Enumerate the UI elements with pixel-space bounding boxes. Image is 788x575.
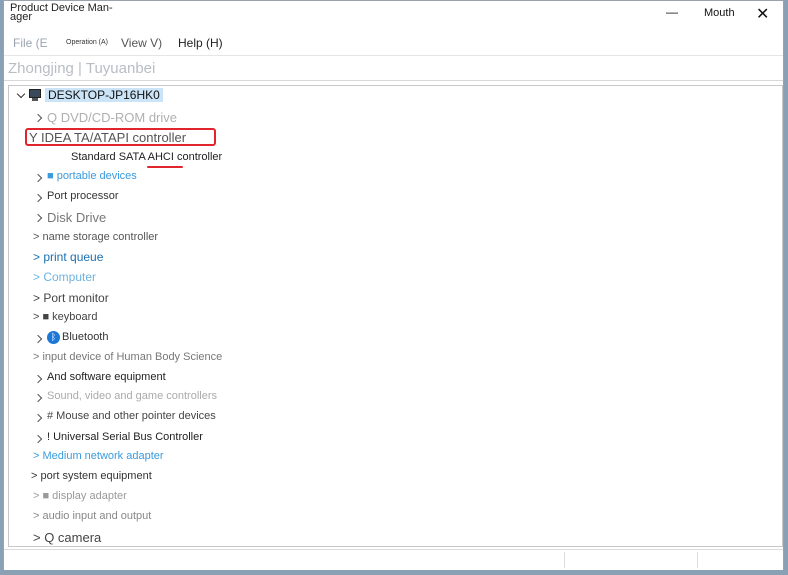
menu-bar: File (E Operation (A) View V) Help (H) — [4, 33, 783, 53]
tree-item-text: > print queue — [33, 250, 104, 264]
menu-help[interactable]: Help (H) — [178, 36, 223, 50]
tree-item-text: ! Universal Serial Bus Controller — [47, 431, 203, 443]
tree-item-text: And software equipment — [47, 371, 166, 383]
expand-chevron-icon[interactable] — [33, 334, 43, 344]
tree-item-label: And software equipment — [47, 371, 166, 383]
tree-item-label: > print queue — [33, 250, 103, 264]
tree-item[interactable]: > ■ display adapter — [33, 490, 127, 502]
close-button[interactable]: ✕ — [756, 4, 769, 24]
tree-item[interactable]: ᛒ Bluetooth — [33, 331, 108, 344]
computer-icon — [29, 89, 41, 98]
tree-item[interactable]: > Q camera — [33, 530, 101, 545]
tree-item[interactable]: > Port monitor — [33, 291, 109, 305]
tree-root[interactable]: DESKTOP-JP16HK0 — [9, 86, 309, 106]
tree-item-label: Disk Drive — [47, 210, 106, 225]
tree-item-label: ᛒ Bluetooth — [47, 331, 109, 344]
tree-item-label: > ■ keyboard — [33, 311, 97, 323]
window-title: Product Device Man- ager — [10, 2, 113, 23]
tree-root-label: DESKTOP-JP16HK0 — [45, 88, 163, 102]
tree-item[interactable]: > print queue — [33, 250, 103, 264]
tree-item-text: > name storage controller — [33, 231, 159, 243]
status-divider — [697, 552, 698, 568]
device-tree: DESKTOP-JP16HK0 Q DVD/CD-ROM drive Y IDEA… — [8, 85, 783, 547]
tree-item[interactable]: Sound, video and game controllers — [33, 390, 217, 403]
menu-view[interactable]: View V) — [121, 36, 162, 50]
tree-item-label: > Medium network adapter — [33, 450, 164, 462]
expand-chevron-icon[interactable] — [33, 393, 43, 403]
tree-item-text: Port processor — [47, 190, 119, 202]
maximize-button[interactable]: Mouth — [704, 7, 735, 19]
tree-item-text: Standard SATA AHCI controller — [71, 151, 223, 163]
tree-item[interactable]: > ■ keyboard — [33, 311, 97, 323]
tree-item-text: > audio input and output — [33, 510, 152, 522]
tree-item-text: > Port monitor — [33, 291, 109, 305]
tree-item[interactable]: > Computer — [33, 270, 96, 284]
expand-icon[interactable] — [16, 89, 26, 99]
tree-item-text: > Medium network adapter — [33, 450, 164, 462]
tree-item[interactable]: And software equipment — [33, 371, 166, 384]
tree-item-label: > name storage controller — [33, 231, 158, 243]
tree-item-label: > Q camera — [33, 530, 101, 545]
red-underline-mark — [147, 166, 183, 168]
toolbar: Zhongjing | Tuyuanbei — [4, 55, 783, 81]
tree-item-label: > input device of Human Body Science — [33, 351, 222, 363]
bluetooth-icon: ᛒ — [47, 331, 60, 344]
tree-item-label: > Port monitor — [33, 291, 109, 305]
tree-item-label: Port processor — [47, 190, 119, 202]
expand-chevron-icon[interactable] — [33, 113, 43, 123]
tree-item-label: > audio input and output — [33, 510, 151, 522]
tree-item-label: Y IDEA TA/ATAPI controller — [29, 130, 186, 145]
computer-stand-icon — [32, 98, 38, 101]
expand-chevron-icon[interactable] — [33, 213, 43, 223]
expand-chevron-icon[interactable] — [33, 434, 43, 444]
tree-item-text: Disk Drive — [47, 210, 107, 225]
title-bar[interactable]: Product Device Man- ager — Mouth ✕ — [4, 1, 783, 31]
tree-item-label: > ■ display adapter — [33, 490, 127, 502]
tree-item-text: Sound, video and game controllers — [47, 390, 217, 402]
tree-item[interactable]: > input device of Human Body Science — [33, 351, 222, 363]
tree-item-text: > port system equipment — [31, 470, 152, 482]
menu-operation[interactable]: Operation (A) — [66, 39, 108, 46]
status-bar — [4, 549, 783, 570]
toolbar-text: Zhongjing | Tuyuanbei — [8, 60, 156, 77]
tree-item[interactable]: > audio input and output — [33, 510, 151, 522]
expand-chevron-icon[interactable] — [33, 374, 43, 384]
tree-item-label: Standard SATA AHCI controller — [71, 151, 222, 163]
minimize-button[interactable]: — — [666, 5, 678, 19]
tree-item-text: Q DVD/CD-ROM drive — [47, 110, 178, 125]
tree-item-label: Q DVD/CD-ROM drive — [47, 110, 177, 125]
expand-chevron-icon[interactable] — [33, 173, 43, 183]
menu-file[interactable]: File (E — [13, 36, 48, 50]
tree-item-label: Sound, video and game controllers — [47, 390, 217, 402]
tree-item-text: Y IDEA TA/ATAPI controller — [29, 130, 187, 145]
tree-item-text: > ■ display adapter — [33, 490, 127, 502]
tree-item-text: # Mouse and other pointer devices — [47, 410, 216, 422]
device-manager-window: Product Device Man- ager — Mouth ✕ File … — [3, 0, 784, 570]
tree-item-text: Bluetooth — [62, 331, 109, 344]
tree-item-label: ■ portable devices — [47, 170, 137, 182]
tree-item[interactable]: Q DVD/CD-ROM drive — [33, 110, 177, 125]
expand-chevron-icon[interactable] — [33, 193, 43, 203]
status-divider — [564, 552, 565, 568]
tree-item-text: > Q camera — [33, 530, 102, 545]
tree-item[interactable]: ■ portable devices — [33, 170, 137, 183]
tree-item-text: > Computer — [33, 270, 97, 284]
tree-item[interactable]: ! Universal Serial Bus Controller — [33, 431, 203, 444]
tree-item[interactable]: Y IDEA TA/ATAPI controller — [29, 130, 186, 145]
tree-item[interactable]: # Mouse and other pointer devices — [33, 410, 216, 423]
expand-chevron-icon[interactable] — [33, 413, 43, 423]
tree-item-label: ! Universal Serial Bus Controller — [47, 431, 203, 443]
tree-item-text: > ■ keyboard — [33, 311, 98, 323]
tree-item[interactable]: > port system equipment — [31, 470, 152, 482]
tree-item-label: # Mouse and other pointer devices — [47, 410, 216, 422]
tree-item-text: ■ portable devices — [47, 170, 137, 182]
tree-item[interactable]: > Medium network adapter — [33, 450, 164, 462]
tree-item-label: > port system equipment — [31, 470, 152, 482]
tree-item[interactable]: > name storage controller — [33, 231, 158, 243]
tree-item[interactable]: Standard SATA AHCI controller — [71, 151, 222, 163]
tree-item-text: > input device of Human Body Science — [33, 351, 223, 363]
tree-item-label: > Computer — [33, 270, 96, 284]
tree-item[interactable]: Port processor — [33, 190, 119, 203]
tree-item[interactable]: Disk Drive — [33, 210, 106, 225]
